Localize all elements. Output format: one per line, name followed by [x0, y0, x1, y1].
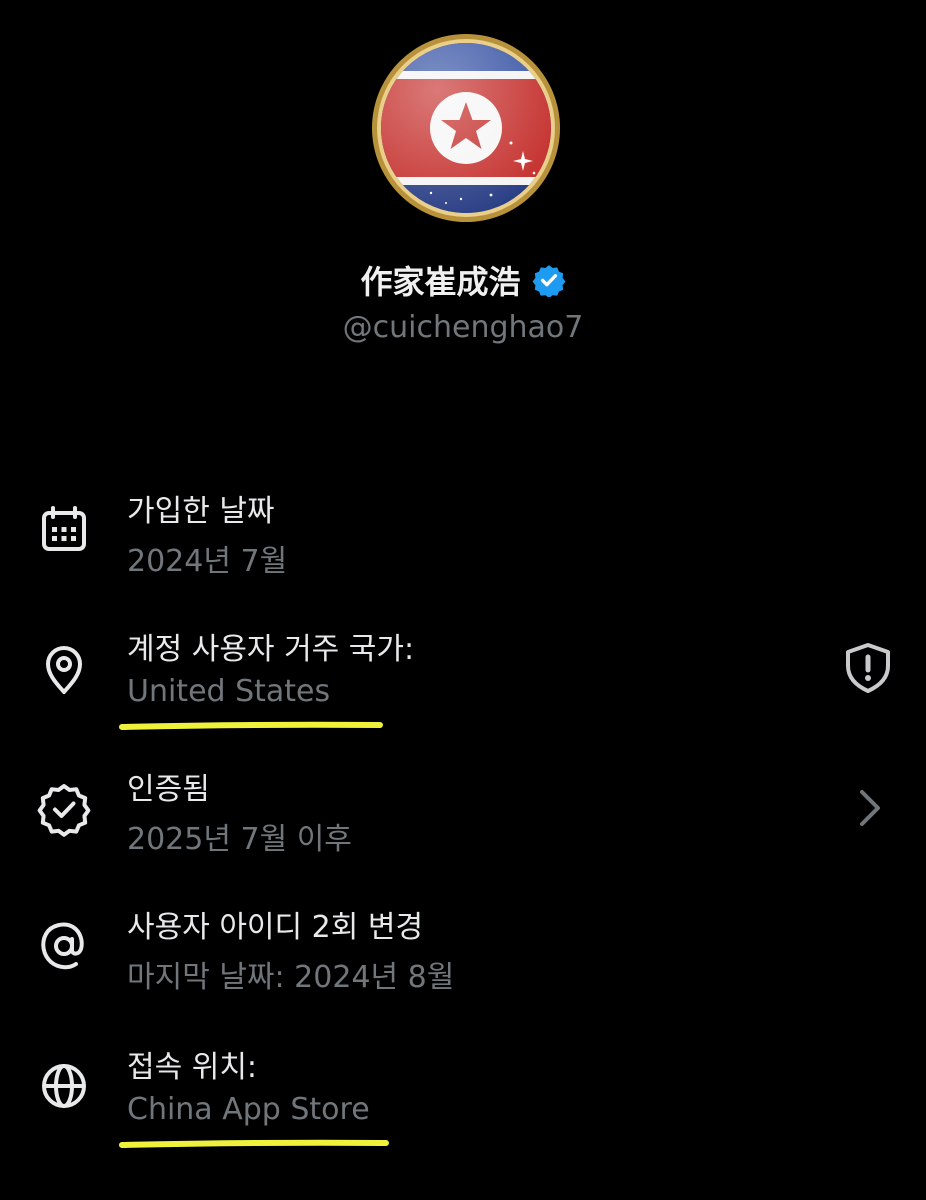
app-store-highlight-underline [119, 1139, 389, 1148]
chevron-right-icon[interactable] [838, 778, 898, 838]
username-changes-title: 사용자 아이디 2회 변경 [127, 910, 424, 945]
username-changes-row: 사용자 아이디 2회 변경 마지막 날짜: 2024년 8월 [0, 896, 926, 1006]
at-sign-icon [41, 922, 84, 970]
verified-icon [37, 784, 91, 837]
account-country-value: United States [127, 674, 331, 709]
handle: @cuichenghao7 [342, 310, 584, 345]
username-changes-value: 마지막 날짜: 2024년 8월 [127, 960, 455, 995]
joined-date-title: 가입한 날짜 [127, 494, 275, 529]
joined-date-value: 2024년 7월 [127, 544, 288, 579]
verified-value: 2025년 7월 이후 [127, 822, 352, 857]
shield-alert-icon[interactable] [838, 638, 898, 698]
connected-via-row: 접속 위치: China App Store [0, 1036, 926, 1166]
verified-badge-icon[interactable] [532, 263, 566, 297]
calendar-icon [42, 506, 86, 551]
profile-name-row: 作家崔成浩 [0, 257, 926, 303]
connected-via-value: China App Store [127, 1092, 370, 1127]
verified-title: 인증됨 [127, 772, 210, 807]
account-country-title: 계정 사용자 거주 국가: [127, 632, 415, 667]
verified-row[interactable]: 인증됨 2025년 7월 이후 [0, 758, 926, 868]
avatar[interactable] [371, 33, 561, 223]
joined-date-row: 가입한 날짜 2024년 7월 [0, 480, 926, 590]
globe-icon [42, 1064, 86, 1108]
display-name: 作家崔成浩 [360, 263, 521, 301]
country-highlight-underline [119, 721, 383, 730]
account-country-row: 계정 사용자 거주 국가: United States [0, 618, 926, 748]
connected-via-title: 접속 위치: [127, 1050, 258, 1085]
location-pin-icon [46, 646, 82, 694]
